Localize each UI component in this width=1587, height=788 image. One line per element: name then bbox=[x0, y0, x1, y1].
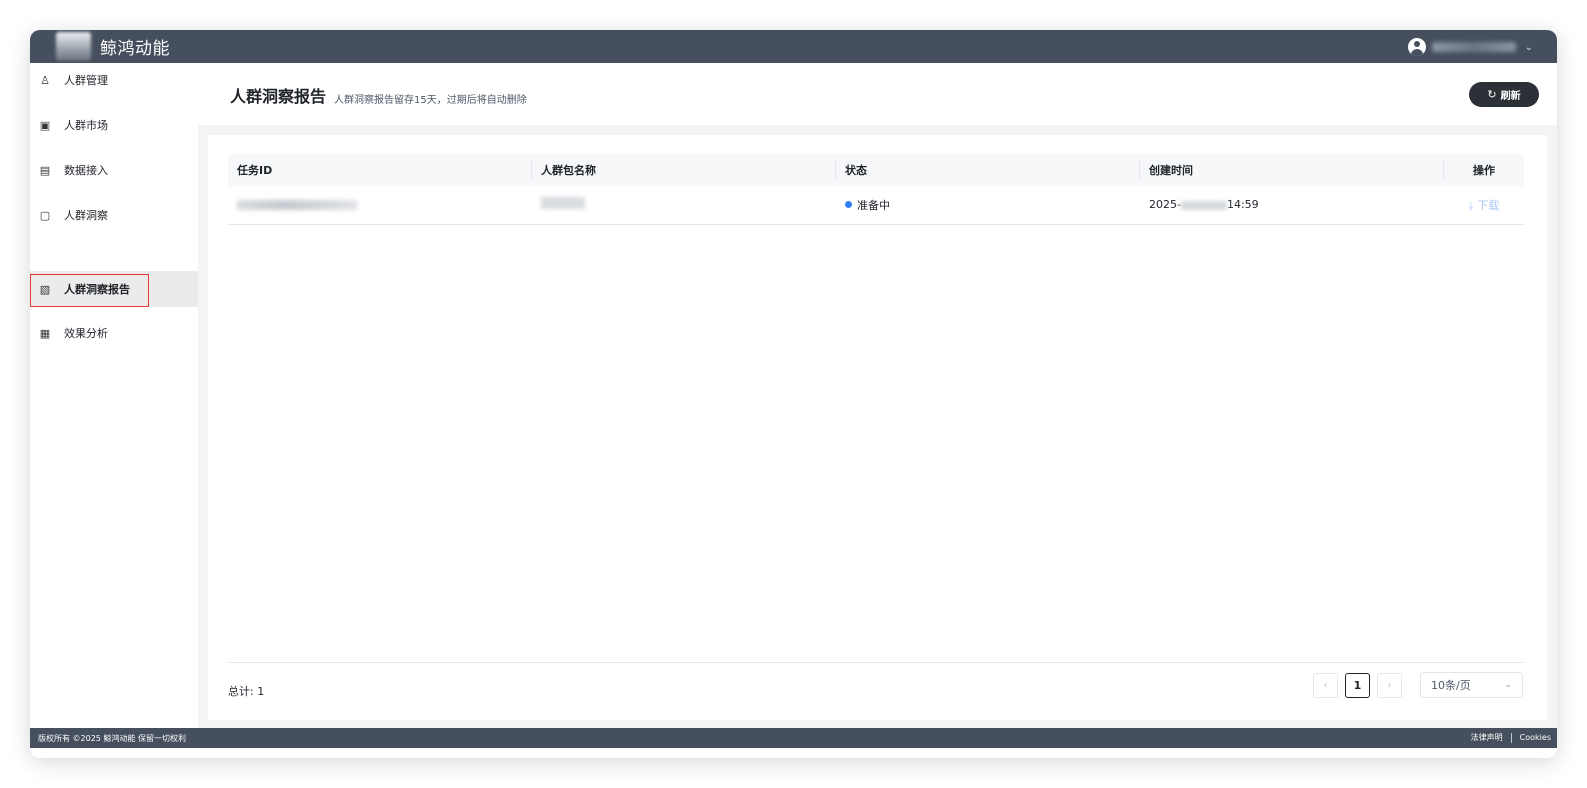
page-size-select[interactable]: 10条/页 ⌄ bbox=[1420, 672, 1523, 698]
sidebar-item-label: 人群洞察报告 bbox=[64, 283, 130, 296]
sidebar-item-label: 数据接入 bbox=[64, 164, 108, 177]
user-menu[interactable]: ⌄ bbox=[1407, 35, 1533, 59]
grid-table-icon: ▦ bbox=[39, 326, 51, 340]
column-header-task-id: 任务ID bbox=[228, 154, 532, 186]
download-link[interactable]: ⤓ 下载 bbox=[1469, 199, 1499, 212]
chevron-down-icon: ⌄ bbox=[1524, 41, 1533, 53]
column-header-action: 操作 bbox=[1444, 154, 1524, 186]
cell-package-name bbox=[532, 186, 836, 225]
market-icon: ▣ bbox=[39, 118, 51, 132]
footer-divider bbox=[1510, 732, 1512, 743]
task-id-redacted bbox=[237, 200, 357, 211]
report-icon: ▧ bbox=[39, 282, 51, 296]
user-name-redacted bbox=[1431, 42, 1516, 52]
refresh-label: 刷新 bbox=[1500, 91, 1521, 102]
refresh-button[interactable]: ↻ 刷新 bbox=[1469, 82, 1539, 107]
cell-task-id bbox=[228, 186, 532, 225]
sidebar-item-data-import[interactable]: ▤ 数据接入 bbox=[30, 153, 198, 187]
page-subtitle: 人群洞察报告留存15天，过期后将自动删除 bbox=[334, 95, 527, 106]
page-header: 人群洞察报告 人群洞察报告留存15天，过期后将自动删除 ↻ 刷新 bbox=[198, 63, 1557, 125]
top-bar: 鲸鸿动能 ⌄ bbox=[30, 30, 1557, 63]
app-logo[interactable]: 鲸鸿动能 bbox=[56, 32, 170, 61]
insight-icon: ▢ bbox=[39, 208, 51, 222]
sidebar-item-label: 人群管理 bbox=[64, 74, 108, 87]
column-header-created-time: 创建时间 bbox=[1140, 154, 1444, 186]
table-footer-divider bbox=[228, 662, 1524, 663]
next-page-button[interactable]: › bbox=[1377, 672, 1402, 698]
app-window: 鲸鸿动能 ⌄ ♙ 人群管理 ▣ 人群市场 ▤ 数据接入 ▢ 人群洞察 ▧ 人群洞… bbox=[30, 30, 1557, 758]
copyright-text: 版权所有 ©2025 鲸鸿动能 保留一切权利 bbox=[38, 734, 186, 743]
column-header-status: 状态 bbox=[836, 154, 1140, 186]
footer-bar: 版权所有 ©2025 鲸鸿动能 保留一切权利 法律声明 Cookies bbox=[30, 728, 1557, 748]
legal-notice-link[interactable]: 法律声明 bbox=[1471, 732, 1503, 743]
sidebar: ♙ 人群管理 ▣ 人群市场 ▤ 数据接入 ▢ 人群洞察 ▧ 人群洞察报告 ▦ 效… bbox=[30, 63, 198, 728]
sidebar-item-crowd-management[interactable]: ♙ 人群管理 bbox=[30, 63, 198, 97]
person-icon: ♙ bbox=[40, 73, 50, 87]
column-header-package-name: 人群包名称 bbox=[532, 154, 836, 186]
status-text: 准备中 bbox=[857, 198, 890, 212]
footer-links: 法律声明 Cookies bbox=[1471, 732, 1551, 743]
download-label: 下载 bbox=[1477, 198, 1500, 212]
created-date-prefix: 2025- bbox=[1149, 198, 1181, 212]
page-size-value: 10条/页 bbox=[1431, 679, 1471, 692]
sidebar-item-label: 人群市场 bbox=[64, 119, 108, 132]
main-content: 人群洞察报告 人群洞察报告留存15天，过期后将自动删除 ↻ 刷新 任务ID 人群… bbox=[198, 63, 1557, 728]
refresh-icon: ↻ bbox=[1487, 88, 1497, 101]
created-time: 14:59 bbox=[1226, 198, 1259, 212]
report-table: 任务ID 人群包名称 状态 创建时间 操作 准备中 2025- 14:59 ⤓ … bbox=[228, 154, 1524, 225]
sidebar-item-insight-report[interactable]: ▧ 人群洞察报告 bbox=[30, 271, 198, 307]
cookies-link[interactable]: Cookies bbox=[1520, 733, 1551, 742]
cell-action: ⤓ 下载 bbox=[1444, 186, 1524, 225]
cell-status: 准备中 bbox=[836, 186, 1140, 225]
sidebar-item-label: 效果分析 bbox=[64, 327, 108, 340]
sidebar-item-crowd-insight[interactable]: ▢ 人群洞察 bbox=[30, 198, 198, 232]
logo-mark-icon bbox=[56, 32, 91, 61]
package-name-redacted bbox=[541, 196, 585, 209]
total-count: 总计: 1 bbox=[228, 685, 265, 698]
prev-page-button[interactable]: ‹ bbox=[1313, 672, 1338, 698]
chevron-down-icon: ⌄ bbox=[1504, 680, 1512, 690]
table-row: 准备中 2025- 14:59 ⤓ 下载 bbox=[228, 186, 1524, 225]
sidebar-item-effect-analysis[interactable]: ▦ 效果分析 bbox=[30, 316, 198, 350]
cell-created-time: 2025- 14:59 bbox=[1140, 186, 1444, 225]
data-import-icon: ▤ bbox=[39, 163, 51, 177]
page-title: 人群洞察报告 bbox=[230, 87, 327, 106]
app-name: 鲸鸿动能 bbox=[100, 39, 170, 59]
status-dot-icon bbox=[845, 201, 852, 209]
pagination: ‹ 1 › 10条/页 ⌄ bbox=[1313, 672, 1523, 698]
page-number-button[interactable]: 1 bbox=[1345, 672, 1370, 698]
sidebar-item-crowd-market[interactable]: ▣ 人群市场 bbox=[30, 108, 198, 142]
created-date-redacted bbox=[1180, 200, 1227, 210]
sidebar-item-label: 人群洞察 bbox=[64, 209, 108, 222]
report-table-card: 任务ID 人群包名称 状态 创建时间 操作 准备中 2025- 14:59 ⤓ … bbox=[208, 135, 1547, 720]
table-header-row: 任务ID 人群包名称 状态 创建时间 操作 bbox=[228, 154, 1524, 186]
download-icon: ⤓ bbox=[1468, 200, 1474, 212]
user-avatar-icon bbox=[1407, 38, 1426, 56]
